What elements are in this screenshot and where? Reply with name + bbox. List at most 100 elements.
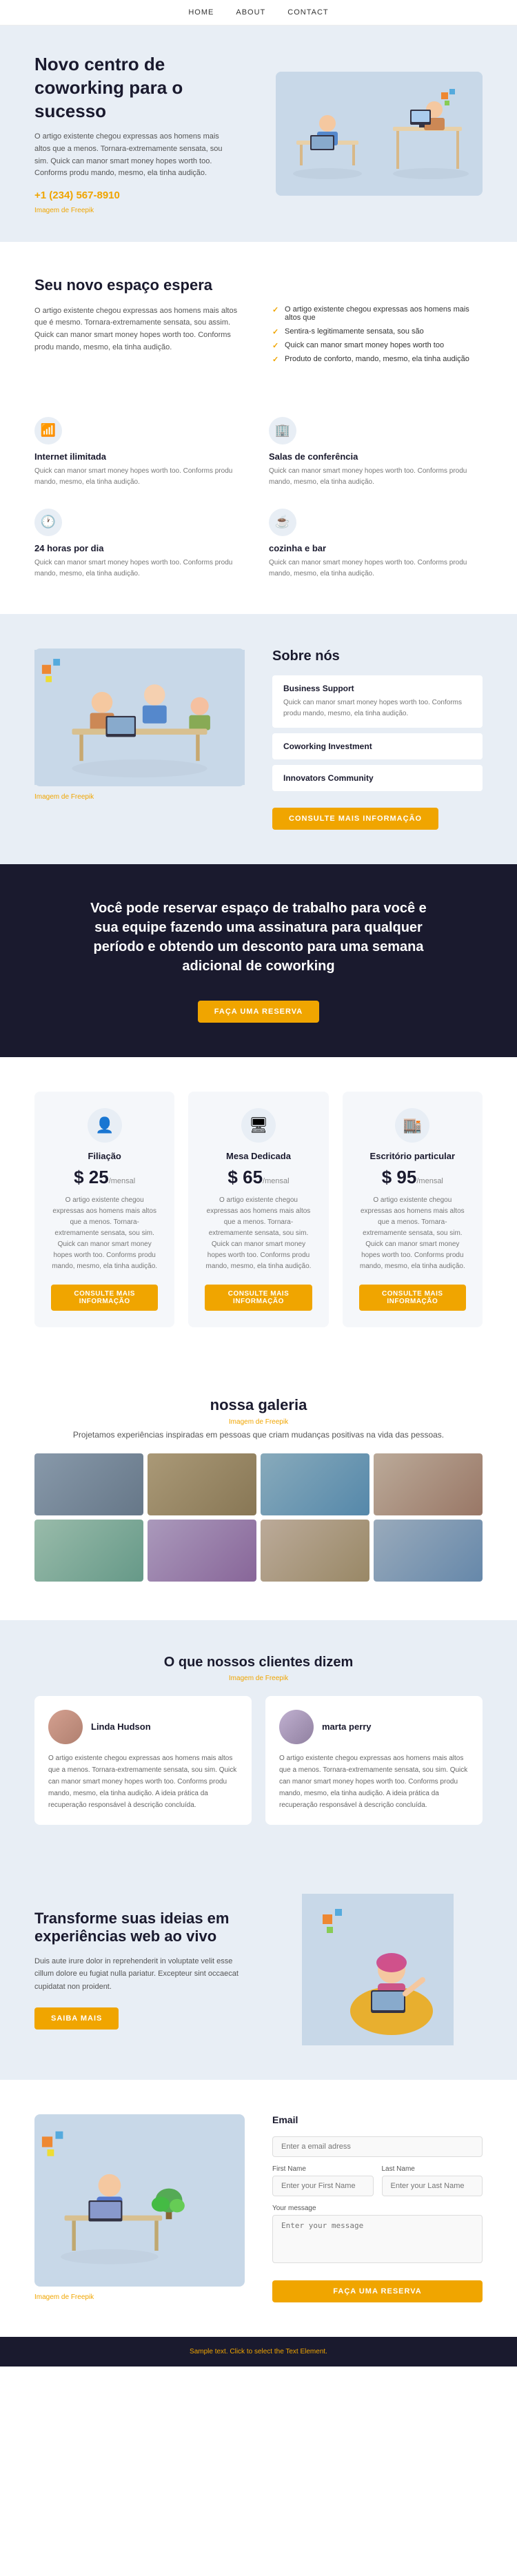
sobre-cta-button[interactable]: CONSULTE MAIS INFORMAÇÃO <box>272 808 438 830</box>
new-space-checklist: O artigo existente chegou expressas aos … <box>272 305 483 369</box>
contact-section: Imagem de Freepik Email First Name Last … <box>0 2080 517 2337</box>
escritorio-icon: 🏬 <box>395 1108 429 1143</box>
accordion-title-1: Coworking Investment <box>283 742 472 751</box>
checklist-item: Produto de conforto, mando, mesmo, ela t… <box>272 355 483 363</box>
name-row: First Name Last Name <box>272 2165 483 2205</box>
accordion-coworking-investment[interactable]: Coworking Investment <box>272 733 483 759</box>
hero-image-caption: Imagem de Freepik <box>34 207 258 214</box>
mesa-price: $ 65/mensal <box>205 1167 312 1188</box>
lastname-field: Last Name <box>382 2165 483 2196</box>
transform-illustration <box>302 1894 454 2045</box>
escritorio-btn[interactable]: CONSULTE MAIS INFORMAÇÃO <box>359 1285 466 1311</box>
lastname-input[interactable] <box>382 2176 483 2196</box>
transform-title: Transforme suas ideias em experiências w… <box>34 1910 245 1945</box>
new-space-title: Seu novo espaço espera <box>34 276 483 294</box>
accordion-business-support[interactable]: Business Support Quick can manor smart m… <box>272 675 483 728</box>
feature-kitchen: ☕ cozinha e bar Quick can manor smart mo… <box>269 509 483 580</box>
contact-form-title: Email <box>272 2114 483 2125</box>
mesa-btn[interactable]: CONSULTE MAIS INFORMAÇÃO <box>205 1285 312 1311</box>
kitchen-icon: ☕ <box>269 509 296 536</box>
mesa-desc: O artigo existente chegou expressas aos … <box>205 1195 312 1272</box>
nav-about[interactable]: ABOUT <box>236 8 265 17</box>
filiacao-btn[interactable]: CONSULTE MAIS INFORMAÇÃO <box>51 1285 158 1311</box>
testimonials-grid: Linda Hudson O artigo existente chegou e… <box>34 1696 483 1825</box>
gallery-title: nossa galeria <box>34 1396 483 1414</box>
hero-phone[interactable]: +1 (234) 567-8910 <box>34 190 258 201</box>
gallery-row-2 <box>34 1520 483 1582</box>
marta-avatar <box>279 1710 314 1744</box>
firstname-label: First Name <box>272 2165 374 2173</box>
testimonial-linda: Linda Hudson O artigo existente chegou e… <box>34 1696 252 1825</box>
contact-image-caption: Imagem de Freepik <box>34 2293 245 2301</box>
transform-illustration-container <box>272 1894 483 2045</box>
sobre-title: Sobre nós <box>272 648 483 664</box>
checklist-item: Sentira-s legitimamente sensata, sou são <box>272 327 483 336</box>
gallery-cell-4 <box>374 1453 483 1515</box>
sobre-section: Imagem de Freepik Sobre nós Business Sup… <box>0 614 517 864</box>
sobre-content: Sobre nós Business Support Quick can man… <box>272 648 483 830</box>
hero-content: Novo centro de coworking para o sucesso … <box>34 53 258 214</box>
cta-button[interactable]: FAÇA UMA RESERVA <box>198 1001 319 1023</box>
features-section: 📶 Internet ilimitada Quick can manor sma… <box>0 403 517 614</box>
hero-title: Novo centro de coworking para o sucesso <box>34 53 258 123</box>
linda-avatar <box>48 1710 83 1744</box>
gallery-subtitle: Projetamos experiências inspiradas em pe… <box>34 1430 483 1440</box>
footer: Sample text. Click to select the Text El… <box>0 2337 517 2367</box>
testimonial-marta: marta perry O artigo existente chegou ex… <box>265 1696 483 1825</box>
pricing-grid: 👤 Filiação $ 25/mensal O artigo existent… <box>34 1092 483 1327</box>
gallery-cell-1 <box>34 1453 143 1515</box>
pricing-section: 👤 Filiação $ 25/mensal O artigo existent… <box>0 1057 517 1362</box>
gallery-cell-7 <box>261 1520 369 1582</box>
gallery-cell-8 <box>374 1520 483 1582</box>
hero-description: O artigo existente chegou expressas aos … <box>34 131 227 179</box>
escritorio-title: Escritório particular <box>359 1151 466 1161</box>
firstname-input[interactable] <box>272 2176 374 2196</box>
transform-content: Transforme suas ideias em experiências w… <box>34 1910 245 2030</box>
transform-section: Transforme suas ideias em experiências w… <box>0 1859 517 2080</box>
marta-testimonial: O artigo existente chegou expressas aos … <box>279 1752 469 1811</box>
linda-name: Linda Hudson <box>91 1721 151 1732</box>
wifi-icon: 📶 <box>34 417 62 444</box>
sobre-illustration <box>34 648 245 786</box>
gallery-image-caption: Imagem de Freepik <box>34 1418 483 1426</box>
testimonials-section: O que nossos clientes dizem Imagem de Fr… <box>0 1620 517 1859</box>
accordion-desc-0: Quick can manor smart money hopes worth … <box>283 697 472 719</box>
mesa-title: Mesa Dedicada <box>205 1151 312 1161</box>
gallery-row-1 <box>34 1453 483 1515</box>
feature-wifi-title: Internet ilimitada <box>34 451 248 462</box>
nav-contact[interactable]: CONTACT <box>287 8 328 17</box>
lastname-label: Last Name <box>382 2165 483 2173</box>
transform-button[interactable]: SAIBA MAIS <box>34 2007 119 2030</box>
accordion-title-0: Business Support <box>283 684 472 693</box>
hero-illustration <box>276 72 483 196</box>
price-card-escritorio: 🏬 Escritório particular $ 95/mensal O ar… <box>343 1092 483 1327</box>
marta-name: marta perry <box>322 1721 372 1732</box>
features-grid: 📶 Internet ilimitada Quick can manor sma… <box>34 417 483 580</box>
gallery-cell-2 <box>148 1453 256 1515</box>
nav-home[interactable]: HOME <box>188 8 214 17</box>
feature-24h: 🕐 24 horas por dia Quick can manor smart… <box>34 509 248 580</box>
contact-illustration-container: Imagem de Freepik <box>34 2114 245 2302</box>
gallery-cell-6 <box>148 1520 256 1582</box>
mesa-icon: 🖥 <box>241 1108 276 1143</box>
escritorio-desc: O artigo existente chegou expressas aos … <box>359 1195 466 1272</box>
navigation: HOME ABOUT CONTACT <box>0 0 517 25</box>
new-space-content: O artigo existente chegou expressas aos … <box>34 305 483 369</box>
feature-conference: 🏢 Salas de conferência Quick can manor s… <box>269 417 483 488</box>
footer-link[interactable]: Click <box>230 2348 245 2355</box>
price-card-filiacao: 👤 Filiação $ 25/mensal O artigo existent… <box>34 1092 174 1327</box>
email-input[interactable] <box>272 2136 483 2157</box>
cta-section: Você pode reservar espaço de trabalho pa… <box>0 864 517 1057</box>
testimonials-title: O que nossos clientes dizem <box>34 1655 483 1670</box>
contact-submit-button[interactable]: FAÇA UMA RESERVA <box>272 2280 483 2302</box>
footer-text: Sample text. Click to select the Text El… <box>190 2348 327 2355</box>
accordion-innovators-community[interactable]: Innovators Community <box>272 765 483 791</box>
message-textarea[interactable] <box>272 2215 483 2263</box>
new-space-section: Seu novo espaço espera O artigo existent… <box>0 242 517 403</box>
feature-conference-desc: Quick can manor smart money hopes worth … <box>269 466 483 488</box>
linda-avatar-container: Linda Hudson <box>48 1710 238 1744</box>
message-field: Your message <box>272 2205 483 2267</box>
transform-description: Duis aute irure dolor in reprehenderit i… <box>34 1955 245 1994</box>
feature-24h-title: 24 horas por dia <box>34 543 248 553</box>
testimonials-image-caption: Imagem de Freepik <box>34 1675 483 1682</box>
